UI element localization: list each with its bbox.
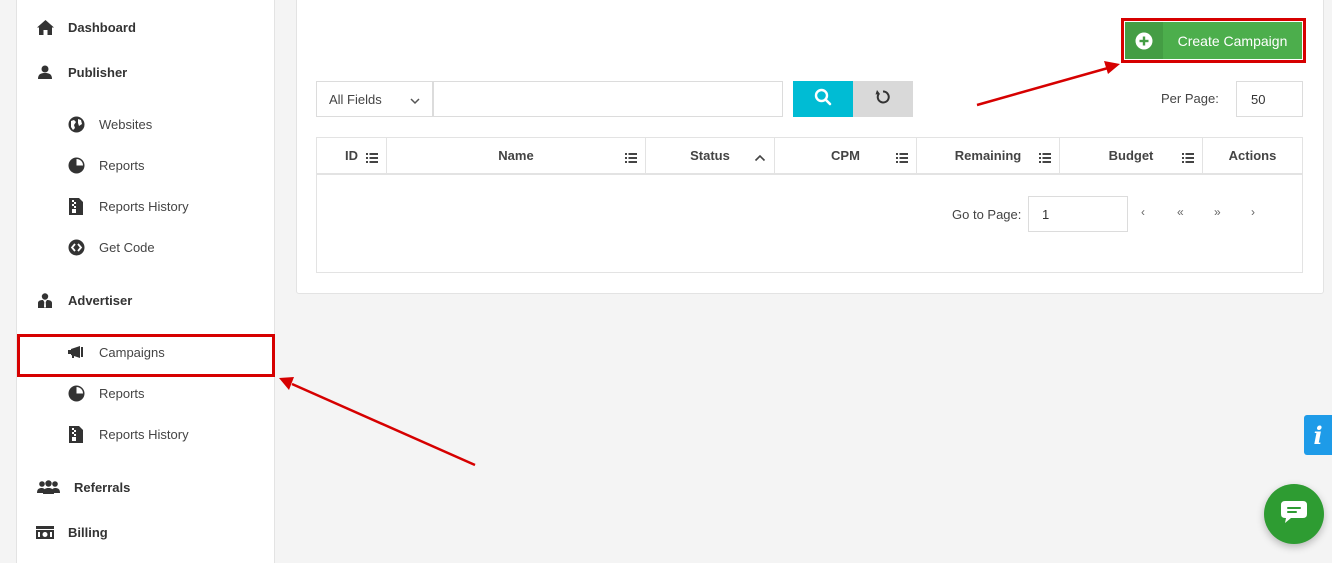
column-header-actions: Actions bbox=[1203, 138, 1302, 173]
sidebar-item-label: Websites bbox=[99, 116, 153, 132]
sidebar-item-label: Reports History bbox=[99, 198, 189, 214]
search-field-value: All Fields bbox=[329, 91, 382, 107]
search-input[interactable] bbox=[433, 81, 783, 117]
sidebar-item-label: Reports bbox=[99, 157, 145, 173]
sidebar-item-publisher[interactable]: Publisher bbox=[36, 57, 127, 87]
list-sort-icon bbox=[1039, 151, 1051, 166]
column-header-id[interactable]: ID bbox=[317, 138, 387, 173]
sidebar-item-label: Reports bbox=[99, 385, 145, 401]
globe-icon bbox=[67, 115, 85, 133]
sidebar-item-advertiser-reports[interactable]: Reports bbox=[67, 378, 145, 408]
sidebar-item-dashboard[interactable]: Dashboard bbox=[36, 12, 136, 42]
pager-prev-link[interactable]: ‹ bbox=[1141, 205, 1145, 219]
column-label: Status bbox=[690, 148, 730, 163]
per-page-input[interactable]: 50 bbox=[1236, 81, 1303, 117]
sidebar-item-label: Advertiser bbox=[68, 292, 133, 308]
sidebar-item-billing[interactable]: Billing bbox=[36, 517, 108, 547]
info-widget-button[interactable]: i bbox=[1304, 415, 1332, 455]
sidebar-item-label: Reports History bbox=[99, 426, 189, 442]
search-button[interactable] bbox=[793, 81, 853, 117]
column-header-status[interactable]: Status bbox=[646, 138, 775, 173]
user-icon bbox=[36, 63, 54, 81]
sidebar-item-publisher-reports[interactable]: Reports bbox=[67, 150, 145, 180]
column-label: Actions bbox=[1228, 148, 1277, 163]
plus-circle-icon bbox=[1125, 22, 1163, 59]
list-sort-icon bbox=[896, 151, 908, 166]
pager-last-link[interactable]: » bbox=[1214, 205, 1221, 219]
users-icon bbox=[36, 478, 60, 496]
sidebar-item-label: Get Code bbox=[99, 239, 155, 255]
pager-next-link[interactable]: › bbox=[1251, 205, 1255, 219]
chat-bubble-icon bbox=[1281, 500, 1307, 528]
column-label: CPM bbox=[831, 148, 860, 163]
go-to-page-input[interactable]: 1 bbox=[1028, 196, 1128, 232]
sidebar-item-websites[interactable]: Websites bbox=[67, 109, 152, 139]
sidebar-item-referrals[interactable]: Referrals bbox=[36, 472, 130, 502]
pie-chart-icon bbox=[67, 384, 85, 402]
column-label: Name bbox=[498, 148, 534, 163]
info-icon: i bbox=[1313, 420, 1323, 450]
sidebar-item-label: Referrals bbox=[74, 479, 131, 495]
list-sort-icon bbox=[625, 151, 637, 166]
sidebar-item-get-code[interactable]: Get Code bbox=[67, 232, 155, 262]
chevron-up-icon bbox=[754, 151, 766, 166]
create-campaign-button[interactable]: Create Campaign bbox=[1125, 22, 1302, 59]
column-header-budget[interactable]: Budget bbox=[1060, 138, 1203, 173]
sidebar-item-label: Billing bbox=[68, 524, 108, 540]
user-tie-icon bbox=[36, 291, 54, 309]
money-icon bbox=[36, 523, 54, 541]
campaigns-table: ID Name Status CPM Remaining Budget Acti… bbox=[316, 137, 1303, 273]
go-to-page-label: Go to Page: bbox=[952, 207, 1022, 222]
column-label: Remaining bbox=[954, 148, 1022, 163]
sidebar: Dashboard Publisher Websites Reports Rep… bbox=[16, 0, 275, 563]
arrowhead-campaigns bbox=[279, 377, 294, 390]
reset-icon bbox=[875, 89, 891, 110]
column-label: Budget bbox=[1108, 148, 1154, 163]
sidebar-item-publisher-reports-history[interactable]: Reports History bbox=[67, 191, 189, 221]
home-icon bbox=[36, 18, 54, 36]
pie-chart-icon bbox=[67, 156, 85, 174]
chevron-down-icon bbox=[410, 94, 420, 109]
code-icon bbox=[67, 238, 85, 256]
per-page-label: Per Page: bbox=[1161, 91, 1219, 106]
chat-widget-button[interactable] bbox=[1264, 484, 1324, 544]
sidebar-item-label: Dashboard bbox=[68, 19, 136, 35]
search-field-select[interactable]: All Fields bbox=[316, 81, 433, 117]
table-header: ID Name Status CPM Remaining Budget Acti… bbox=[317, 138, 1302, 175]
column-label: ID bbox=[345, 148, 358, 163]
archive-file-icon bbox=[67, 425, 85, 443]
column-header-remaining[interactable]: Remaining bbox=[917, 138, 1060, 173]
sidebar-item-advertiser-reports-history[interactable]: Reports History bbox=[67, 419, 189, 449]
sidebar-item-advertiser[interactable]: Advertiser bbox=[36, 285, 132, 315]
create-campaign-label: Create Campaign bbox=[1177, 32, 1288, 49]
list-sort-icon bbox=[1182, 151, 1194, 166]
archive-file-icon bbox=[67, 197, 85, 215]
column-header-name[interactable]: Name bbox=[387, 138, 646, 173]
reset-button[interactable] bbox=[853, 81, 913, 117]
column-header-cpm[interactable]: CPM bbox=[775, 138, 917, 173]
sidebar-item-label: Publisher bbox=[68, 64, 128, 80]
arrow-to-campaigns bbox=[291, 382, 476, 467]
search-icon bbox=[814, 88, 832, 111]
pager-first-link[interactable]: « bbox=[1177, 205, 1184, 219]
campaigns-highlight-box bbox=[17, 334, 275, 377]
list-sort-icon bbox=[366, 151, 378, 166]
